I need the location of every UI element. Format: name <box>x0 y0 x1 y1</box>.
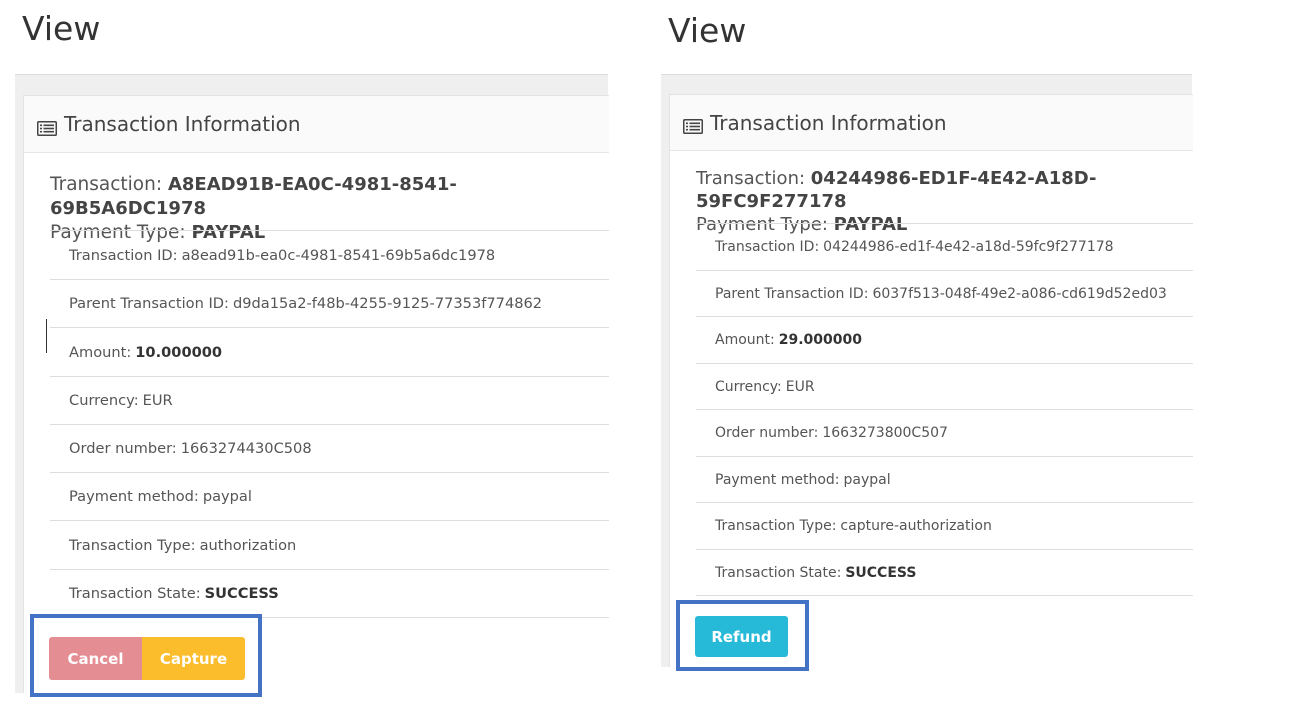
card-header: Transaction Information <box>670 95 1193 151</box>
item-value: EUR <box>142 392 173 409</box>
item-label: Transaction Type: <box>69 536 196 554</box>
item-value: 1663273800C507 <box>822 425 948 441</box>
list-item-currency: Currency: EUR <box>50 376 609 424</box>
item-label: Transaction Type: <box>715 518 837 534</box>
item-value: SUCCESS <box>845 564 917 581</box>
item-value: authorization <box>199 536 297 554</box>
button-highlight-box <box>30 614 262 697</box>
list-item-order-number: Order number: 1663274430C508 <box>50 424 609 472</box>
item-label: Parent Transaction ID: <box>715 285 869 302</box>
transaction-card: Transaction Information Transaction: 042… <box>669 94 1193 667</box>
list-alt-icon <box>37 117 57 136</box>
item-label: Order number: <box>69 440 177 457</box>
item-label: Amount: <box>69 343 132 361</box>
list-item-payment-method: Payment method: paypal <box>696 456 1193 502</box>
item-label: Transaction State: <box>69 585 201 602</box>
list-item-currency: Currency: EUR <box>696 363 1193 409</box>
item-label: Payment method: <box>715 471 840 488</box>
list-item-transaction-id: Transaction ID: a8ead91b-ea0c-4981-8541-6… <box>50 230 609 279</box>
item-label: Currency: <box>715 378 782 395</box>
transaction-details-list: Transaction ID: 04244986-ed1f-4e42-a18d-5… <box>696 223 1193 596</box>
item-label: Transaction State: <box>715 564 842 581</box>
list-divider <box>696 595 1193 596</box>
list-item-amount: Amount: 29.000000 <box>696 316 1193 363</box>
item-value: 04244986-ed1f-4e42-a18d-59fc9f277178 <box>823 239 1114 255</box>
item-value: 10.000000 <box>135 343 223 361</box>
view-title: View <box>668 11 747 50</box>
list-item-parent-transaction-id: Parent Transaction ID: 6037f513-048f-49e2… <box>696 270 1193 316</box>
item-value: SUCCESS <box>204 585 279 602</box>
card-header-title: Transaction Information <box>64 112 301 136</box>
item-label: Payment method: <box>69 488 199 505</box>
item-value: a8ead91b-ea0c-4981-8541-69b5a6dc1978 <box>181 246 496 264</box>
item-value: 1663274430C508 <box>180 440 312 457</box>
list-item-payment-method: Payment method: paypal <box>50 472 609 520</box>
item-label: Transaction ID: <box>715 239 820 255</box>
list-item-transaction-type: Transaction Type: capture-authorization <box>696 502 1193 549</box>
view-title: View <box>22 9 101 48</box>
item-value: 6037f513-048f-49e2-a086-cd619d52ed03 <box>872 285 1167 302</box>
item-value: capture-authorization <box>840 518 992 534</box>
item-value: 29.000000 <box>778 332 862 348</box>
card-header: Transaction Information <box>24 96 609 153</box>
list-item-transaction-type: Transaction Type: authorization <box>50 520 609 569</box>
list-item-order-number: Order number: 1663273800C507 <box>696 409 1193 456</box>
transaction-label: Transaction: <box>50 174 163 195</box>
list-item-amount: Amount: 10.000000 <box>50 327 609 376</box>
item-label: Order number: <box>715 425 819 441</box>
transaction-details-list: Transaction ID: a8ead91b-ea0c-4981-8541-6… <box>50 230 609 618</box>
list-item-transaction-id: Transaction ID: 04244986-ed1f-4e42-a18d-5… <box>696 223 1193 270</box>
item-label: Transaction ID: <box>69 246 178 264</box>
item-value: paypal <box>202 488 252 505</box>
item-value: EUR <box>785 378 815 395</box>
button-highlight-box <box>676 600 809 671</box>
card-header-title: Transaction Information <box>710 110 947 135</box>
transaction-label: Transaction: <box>696 168 806 189</box>
item-value: paypal <box>843 471 891 488</box>
item-value: d9da15a2-f48b-4255-9125-77353f774862 <box>232 295 543 312</box>
list-item-transaction-state: Transaction State: SUCCESS <box>50 569 609 617</box>
item-label: Parent Transaction ID: <box>69 295 229 312</box>
text-cursor <box>46 319 47 353</box>
list-item-parent-transaction-id: Parent Transaction ID: d9da15a2-f48b-4255… <box>50 279 609 327</box>
item-label: Amount: <box>715 332 775 348</box>
list-item-transaction-state: Transaction State: SUCCESS <box>696 549 1193 595</box>
transaction-card: Transaction Information Transaction: A8E… <box>23 95 609 693</box>
item-label: Currency: <box>69 392 139 409</box>
list-alt-icon <box>683 115 703 134</box>
